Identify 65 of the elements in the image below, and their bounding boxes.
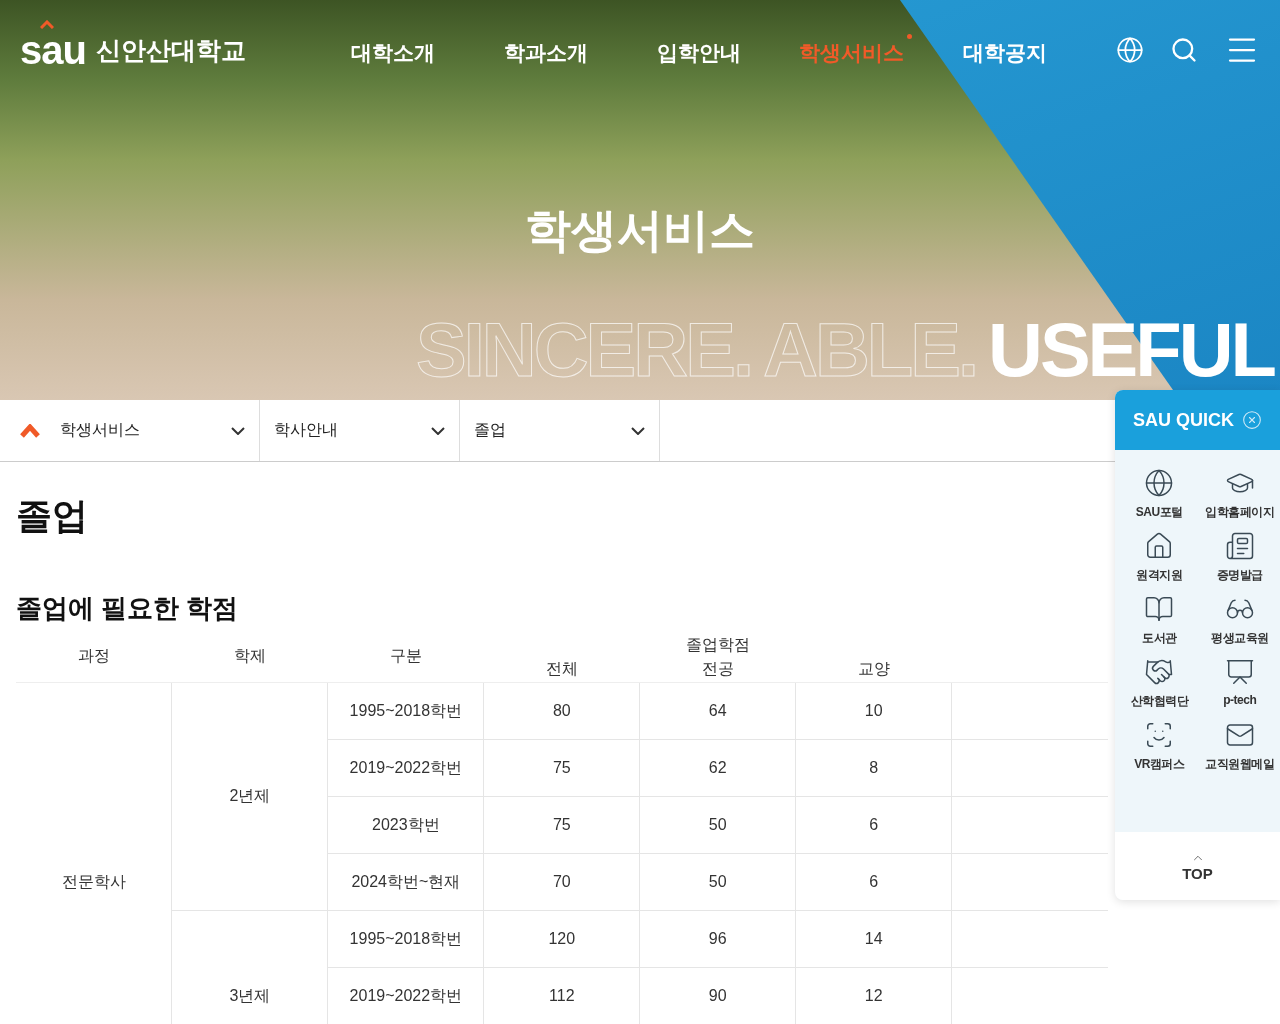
column-header: 전공 [639, 656, 796, 683]
quick-link-icon [1224, 531, 1255, 561]
quick-link[interactable]: 산학협력단 [1119, 657, 1200, 710]
close-icon[interactable] [1242, 410, 1262, 430]
search-icon[interactable] [1170, 36, 1198, 64]
quick-link[interactable]: VR캠퍼스 [1119, 720, 1200, 773]
quick-link[interactable]: 도서관 [1119, 594, 1200, 647]
column-header: 구분 [327, 630, 484, 683]
logo-mark[interactable]: sau [20, 30, 86, 70]
quick-link-icon [1144, 657, 1175, 687]
nav-link[interactable]: 학과소개 [503, 34, 596, 66]
table-cell: 1995~2018학번 [327, 910, 484, 968]
caret-icon [40, 20, 54, 29]
table-cell: 8 [795, 739, 952, 797]
chevron-down-icon [231, 426, 245, 435]
logo-text[interactable]: 신안산대학교 [95, 33, 246, 67]
table-cell: 50 [639, 853, 796, 911]
top-button[interactable]: TOP [1115, 832, 1280, 900]
column-header: 교양 [795, 656, 952, 683]
table-cell: 75 [483, 739, 640, 797]
nav-link[interactable]: 입학안내 [656, 34, 749, 66]
quick-link[interactable]: 교직원웹메일 [1199, 720, 1280, 773]
chevron-down-icon [631, 426, 645, 435]
table-cell: 6 [795, 853, 952, 911]
table-cell: 2024학번~현재 [327, 853, 484, 911]
quick-link-icon [1144, 594, 1175, 624]
table-cell: 96 [639, 910, 796, 968]
quick-link[interactable]: 증명발급 [1199, 531, 1280, 584]
quick-link[interactable]: SAU포털 [1119, 468, 1200, 521]
table-cell: 2019~2022학번 [327, 739, 484, 797]
table-cell: 64 [639, 682, 796, 740]
tagline-word: SINCERE. [416, 312, 751, 388]
table-cell: 14 [795, 910, 952, 968]
quick-link[interactable]: p-tech [1199, 657, 1280, 710]
column-group-header: 졸업학점 [684, 635, 751, 655]
quick-link-icon [1144, 468, 1175, 498]
table-cell: 80 [483, 682, 640, 740]
tagline-word: ABLE. [763, 312, 976, 388]
quick-link[interactable]: 원격지원 [1119, 531, 1200, 584]
quick-link[interactable]: 평생교육원 [1199, 594, 1280, 647]
caret-up-icon [20, 423, 40, 438]
page-title: 졸업 [16, 494, 88, 538]
column-header: 학제 [171, 630, 328, 683]
table-cell: 1995~2018학번 [327, 682, 484, 740]
table-cell: 6 [795, 796, 952, 854]
table-cell: 2023학번 [327, 796, 484, 854]
table-cell: 75 [483, 796, 640, 854]
column-header: 전체 [483, 656, 640, 683]
table-cell: 50 [639, 796, 796, 854]
table-cell: 70 [483, 853, 640, 911]
chevron-down-icon [431, 426, 445, 435]
quick-link[interactable]: 입학홈페이지 [1199, 468, 1280, 521]
panel-title: SAU QUICK [1133, 409, 1234, 431]
table-cell: 전문학사 [16, 682, 172, 1024]
hero-title: 학생서비스 [524, 203, 756, 258]
breadcrumb-dropdown[interactable]: 학생서비스 [60, 400, 260, 461]
globe-icon[interactable] [1116, 36, 1144, 64]
table-cell: 10 [795, 682, 952, 740]
quick-link-icon [1224, 657, 1255, 687]
table-cell: 120 [483, 910, 640, 968]
nav-link[interactable]: 대학소개 [350, 34, 443, 66]
table-cell: 2년제 [171, 682, 328, 911]
section-title: 졸업에 필요한 학점 [16, 592, 239, 625]
table-cell: 62 [639, 739, 796, 797]
column-header: 과정 [16, 630, 172, 683]
